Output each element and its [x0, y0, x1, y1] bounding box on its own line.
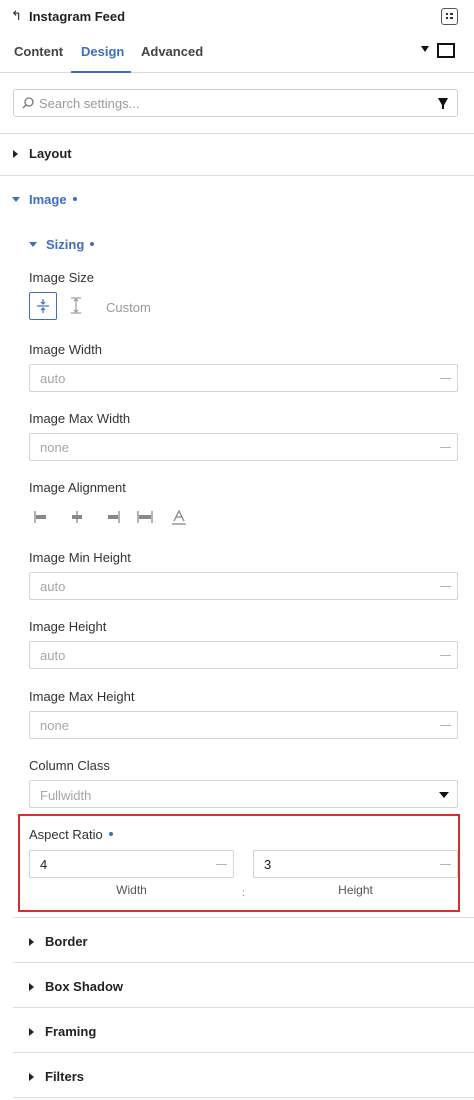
caret-right-icon: [29, 983, 34, 991]
align-left-icon[interactable]: [33, 509, 49, 525]
search-input[interactable]: [39, 96, 419, 111]
text-icon[interactable]: [171, 509, 187, 525]
unit-selector[interactable]: [440, 447, 451, 448]
panel-collapse-icon[interactable]: [441, 8, 458, 25]
section-framing-label: Framing: [45, 1024, 97, 1039]
unit-selector[interactable]: [440, 725, 451, 726]
unit-selector[interactable]: [440, 864, 451, 865]
image-height-label: Image Height: [29, 619, 107, 634]
height-icon[interactable]: [63, 292, 91, 320]
aspect-width-field: [29, 850, 234, 878]
caret-right-icon: [29, 938, 34, 946]
panel-header: ↰ Instagram Feed: [0, 0, 474, 34]
image-alignment-label: Image Alignment: [29, 480, 126, 495]
active-tab-indicator: [71, 71, 131, 73]
image-min-height-field: [29, 572, 458, 600]
column-class-select[interactable]: Fullwidth: [29, 780, 458, 808]
search-icon: [22, 97, 34, 109]
aspect-height-field: [253, 850, 458, 878]
align-justify-icon[interactable]: [137, 509, 153, 525]
image-min-height-input[interactable]: [40, 579, 420, 594]
image-max-width-field: [29, 433, 458, 461]
unit-selector[interactable]: [216, 864, 227, 865]
modified-dot: [72, 197, 77, 201]
column-class-value: Fullwidth: [40, 788, 92, 803]
section-framing[interactable]: Framing: [29, 1024, 96, 1039]
back-arrow-icon[interactable]: ↰: [11, 8, 22, 24]
panel-title: Instagram Feed: [29, 9, 126, 24]
aspect-width-caption: Width: [116, 883, 147, 897]
section-box-shadow[interactable]: Box Shadow: [29, 979, 123, 994]
image-width-input[interactable]: [40, 371, 420, 386]
image-height-input[interactable]: [40, 648, 420, 663]
fit-icon[interactable]: [29, 292, 57, 320]
unit-selector[interactable]: [440, 378, 451, 379]
image-width-field: [29, 364, 458, 392]
custom-size-button[interactable]: Custom: [106, 300, 151, 315]
section-border-label: Border: [45, 934, 88, 949]
section-box-shadow-label: Box Shadow: [45, 979, 124, 994]
image-size-label: Image Size: [29, 270, 95, 285]
tab-content[interactable]: Content: [14, 44, 63, 59]
align-center-icon[interactable]: [69, 509, 85, 525]
divider: [13, 1052, 474, 1053]
divider: [13, 962, 474, 963]
device-dropdown-icon[interactable]: [421, 46, 429, 52]
caret-right-icon: [29, 1028, 34, 1036]
image-max-width-label: Image Max Width: [29, 411, 131, 426]
section-layout-label: Layout: [29, 146, 72, 161]
unit-selector[interactable]: [440, 586, 451, 587]
section-sizing[interactable]: Sizing: [29, 237, 95, 252]
filter-icon[interactable]: [438, 98, 448, 109]
aspect-ratio-label-text: Aspect Ratio: [29, 827, 103, 842]
image-max-height-field: [29, 711, 458, 739]
caret-right-icon: [13, 150, 18, 158]
column-class-label: Column Class: [29, 758, 110, 773]
unit-selector[interactable]: [440, 655, 451, 656]
aspect-width-input[interactable]: [40, 857, 180, 872]
section-image[interactable]: Image: [12, 192, 77, 207]
image-max-height-label: Image Max Height: [29, 689, 135, 704]
align-right-icon[interactable]: [105, 509, 121, 525]
aspect-ratio-label: Aspect Ratio: [29, 827, 113, 842]
modified-dot: [90, 242, 95, 246]
divider: [13, 917, 474, 918]
divider: [0, 175, 474, 176]
modified-dot: [108, 832, 113, 836]
image-min-height-label: Image Min Height: [29, 550, 131, 565]
section-filters-label: Filters: [45, 1069, 85, 1084]
section-border[interactable]: Border: [29, 934, 88, 949]
image-max-height-input[interactable]: [40, 718, 420, 733]
section-layout[interactable]: Layout: [13, 146, 72, 161]
section-filters[interactable]: Filters: [29, 1069, 84, 1084]
divider: [0, 133, 474, 134]
tab-advanced[interactable]: Advanced: [141, 44, 203, 59]
caret-right-icon: [29, 1073, 34, 1081]
image-width-label: Image Width: [29, 342, 102, 357]
tab-bar: Content Design Advanced: [0, 34, 474, 73]
chevron-down-icon: [439, 792, 449, 798]
caret-down-icon: [29, 242, 37, 247]
search-box: [13, 89, 458, 117]
divider: [13, 1097, 474, 1098]
aspect-height-input[interactable]: [264, 857, 404, 872]
tab-design[interactable]: Design: [81, 44, 124, 59]
aspect-height-caption: Height: [338, 883, 373, 897]
aspect-separator: :: [242, 888, 245, 899]
desktop-icon[interactable]: [437, 43, 455, 58]
section-sizing-label: Sizing: [46, 237, 85, 252]
image-max-width-input[interactable]: [40, 440, 420, 455]
image-height-field: [29, 641, 458, 669]
section-image-label: Image: [29, 192, 67, 207]
divider: [13, 1007, 474, 1008]
caret-down-icon: [12, 197, 20, 202]
